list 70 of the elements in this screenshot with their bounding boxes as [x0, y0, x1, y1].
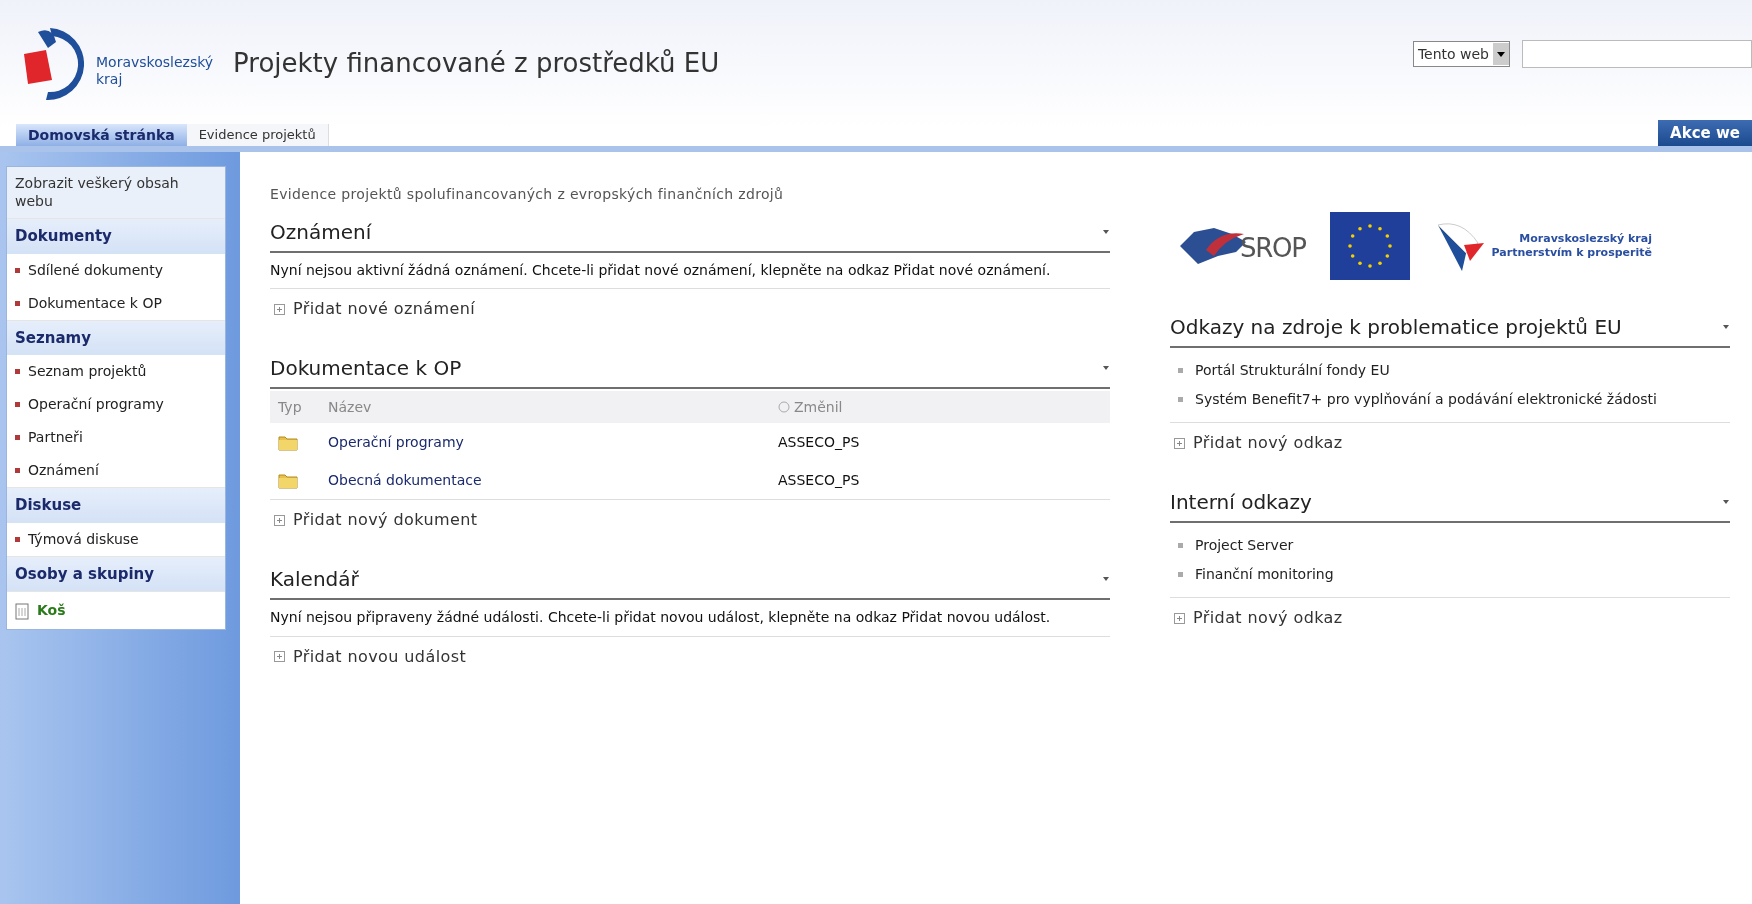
search-field[interactable] — [1522, 40, 1752, 68]
webpart-title: Oznámení — [270, 219, 372, 246]
nav-tab[interactable]: Domovská stránka — [16, 124, 187, 146]
add-link[interactable]: Přidat nové oznámení — [293, 297, 476, 322]
bullet-icon — [1178, 543, 1183, 548]
recycle-bin-icon — [15, 601, 29, 620]
bullet-icon — [15, 402, 20, 407]
empty-message: Nyní nejsou připraveny žádné události. Chcete-li přidat novou událost, klepněte na odkaz Přidat novou událost. — [270, 600, 1110, 637]
bullet-icon — [15, 300, 20, 306]
nav-link[interactable]: Týmová diskuse — [28, 528, 139, 550]
bullet-icon — [1178, 572, 1183, 577]
nav-link[interactable]: Dokumentace k OP — [28, 292, 162, 314]
empty-message: Nyní nejsou aktivní žádná oznámení. Chcete-li přidat nové oznámení, klepněte na odkaz Přidat nové oznámení. — [270, 253, 1110, 290]
srop-logo: SROP — [1178, 224, 1306, 268]
folder-link[interactable]: Obecná dokumentace — [328, 469, 778, 491]
bullet-icon — [15, 369, 20, 374]
table-cell-text: ASSECO_PS — [778, 432, 860, 452]
menu-arrow-icon[interactable] — [1102, 576, 1110, 583]
page-description: Evidence projektů spolufinancovaných z evropských finančních zdrojů — [270, 185, 785, 204]
site-title: Projekty financované z prostředků EU — [233, 46, 720, 80]
bullet-icon — [15, 468, 20, 473]
resource-link[interactable]: Project Server — [1195, 535, 1294, 556]
bullet-icon — [15, 536, 20, 542]
table-cell-text: ASSECO_PS — [778, 470, 860, 490]
add-icon — [1174, 437, 1185, 449]
resource-link[interactable]: Finanční monitoring — [1195, 564, 1334, 585]
webpart-title: Odkazy na zdroje k problematice projektů EU — [1170, 314, 1622, 341]
bullet-icon — [1178, 397, 1183, 402]
add-icon — [1174, 612, 1185, 624]
nav-link[interactable]: Seznam projektů — [28, 361, 147, 382]
menu-arrow-icon[interactable] — [1102, 229, 1110, 235]
webpart-title: Kalendář — [270, 566, 359, 594]
add-icon — [274, 303, 285, 315]
add-link[interactable]: Přidat nový odkaz — [1193, 606, 1343, 630]
region-name-suffix: kraj — [96, 71, 124, 89]
eu-flag-icon — [1329, 212, 1410, 280]
folder-icon — [278, 433, 298, 451]
add-icon — [274, 651, 285, 662]
resource-link[interactable]: Systém Benefit7+ pro vyplňování a podávání elektronické žádosti — [1195, 389, 1657, 410]
nav-link[interactable]: Oznámení — [28, 460, 99, 481]
site-actions-button[interactable]: Akce we — [1658, 120, 1752, 146]
nav-heading[interactable]: Seznamy — [7, 319, 225, 355]
add-link[interactable]: Přidat novou událost — [293, 644, 467, 669]
bullet-icon — [1178, 368, 1183, 373]
add-link[interactable]: Přidat nový odkaz — [1193, 431, 1343, 455]
nav-heading[interactable]: Osoby a skupiny — [7, 555, 225, 591]
menu-arrow-icon[interactable] — [1722, 324, 1730, 330]
nav-link[interactable]: Operační programy — [28, 394, 164, 415]
nav-heading[interactable]: Diskuse — [7, 487, 225, 523]
partnership-logo: Moravskoslezský kraj Partnerstvím k prosperitě — [1433, 215, 1652, 277]
menu-arrow-icon[interactable] — [1722, 499, 1730, 505]
add-icon — [274, 514, 285, 526]
nav-tab[interactable]: Evidence projektů — [186, 124, 329, 146]
folder-link[interactable]: Operační programy — [328, 431, 778, 453]
nav-link[interactable]: Sdílené dokumenty — [28, 259, 163, 281]
webpart-title: Dokumentace k OP — [270, 355, 462, 383]
region-name: Moravskoslezský — [96, 53, 214, 71]
clock-icon — [778, 401, 790, 414]
add-link[interactable]: Přidat nový dokument — [293, 508, 478, 533]
folder-icon — [278, 471, 298, 489]
webpart-title: Interní odkazy — [1170, 489, 1312, 516]
resource-link[interactable]: Portál Strukturální fondy EU — [1195, 360, 1390, 381]
bullet-icon — [15, 267, 20, 273]
search-scope-dropdown[interactable]: Tento web — [1412, 41, 1510, 67]
nav-heading[interactable]: Dokumenty — [7, 218, 225, 254]
nav-link[interactable]: Partneři — [28, 427, 83, 448]
recycle-bin-link[interactable]: Koš — [37, 600, 66, 621]
view-all-content-link[interactable]: Zobrazit veškerý obsah webu — [7, 167, 225, 218]
bullet-icon — [15, 435, 20, 440]
menu-arrow-icon[interactable] — [1102, 365, 1110, 372]
